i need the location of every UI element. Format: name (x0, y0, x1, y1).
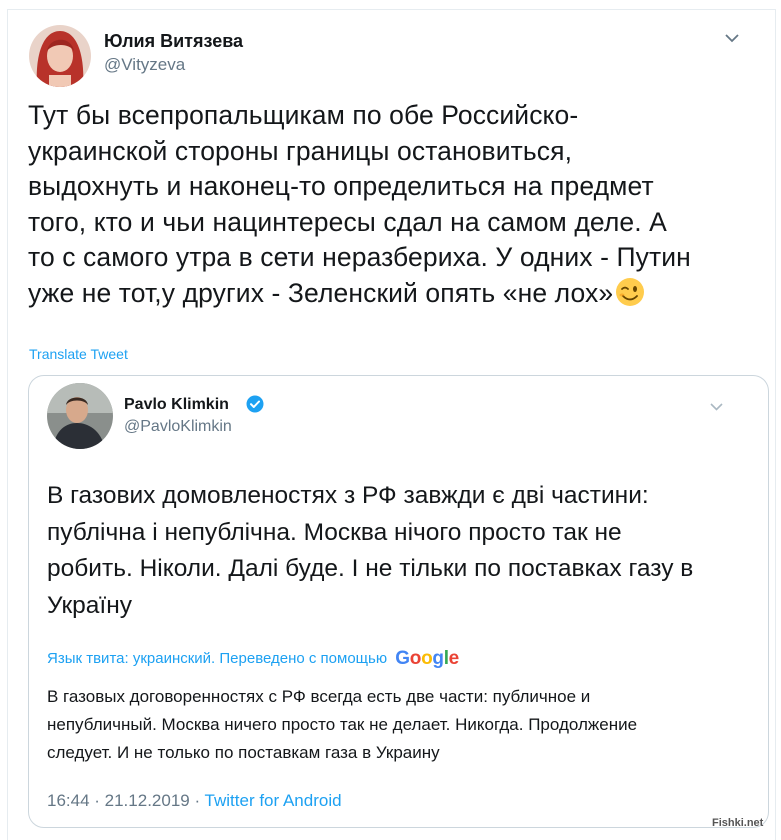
chevron-down-icon[interactable] (724, 30, 740, 46)
tweet-text-line: уже не тот,у других - Зеленский опять «н… (28, 277, 614, 308)
source-link[interactable]: Twitter for Android (205, 791, 342, 810)
verified-badge-icon (246, 395, 264, 413)
quoted-text-line: публічна і непублічна. Москва нічого про… (47, 518, 622, 546)
quoted-author-avatar[interactable] (47, 383, 113, 449)
author-handle[interactable]: @Vityzeva (104, 55, 185, 75)
winking-face-icon (615, 277, 645, 307)
google-logo-letter: G (395, 648, 410, 669)
google-logo-letter: e (448, 648, 460, 669)
translated-text: В газовых договоренностях с РФ всегда ес… (47, 683, 747, 767)
tweet-text: Тут бы всепропальщикам по обе Российско-… (28, 98, 748, 311)
author-avatar[interactable] (29, 25, 91, 87)
google-logo-letter: o (409, 648, 422, 669)
tweet-text-line: Тут бы всепропальщикам по обе Российско- (28, 100, 579, 130)
tweet-text-line: того, кто и чьи нацинтересы сдал на само… (28, 206, 667, 237)
quoted-tweet-text: В газових домовленостях з РФ завжди є дв… (47, 478, 747, 624)
quoted-text-line: Україну (47, 591, 133, 619)
translation-note-text: Язык твита: украинский. Переведено с пом… (47, 650, 388, 667)
author-name[interactable]: Юлия Витязева (104, 31, 243, 52)
translated-text-line: следует. И не только по поставкам газа в… (47, 743, 440, 762)
google-logo-letter: g (432, 648, 444, 669)
tweet-text-line: то с самого утра в сети неразбериха. У о… (28, 242, 691, 272)
tweet-text-line-last: уже не тот,у других - Зеленский опять «н… (28, 276, 748, 312)
timestamp[interactable]: 16:44 · 21.12.2019 · (47, 791, 205, 810)
chevron-down-icon[interactable] (709, 399, 724, 414)
tweet-meta: 16:44 · 21.12.2019 · Twitter for Android (47, 791, 342, 811)
google-logo-letter: o (421, 648, 433, 669)
tweet-text-line: выдохнуть и наконец-то определиться на п… (28, 171, 654, 201)
google-logo: Google (395, 648, 459, 670)
quoted-text-line: В газових домовленостях з РФ завжди є дв… (47, 482, 649, 509)
translated-text-line: В газовых договоренностях с РФ всегда ес… (47, 687, 591, 706)
translate-tweet-link[interactable]: Translate Tweet (29, 346, 128, 362)
quoted-text-line: робить. Ніколи. Далі буде. І не тільки п… (47, 555, 694, 582)
tweet-text-line: украинской стороны границы остановиться, (28, 135, 573, 166)
translated-text-line: непубличный. Москва ничего просто так не… (47, 715, 638, 734)
quoted-author-handle[interactable]: @PavloKlimkin (124, 418, 232, 436)
watermark: Fishki.net (712, 817, 764, 829)
quoted-author-name[interactable]: Pavlo Klimkin (124, 396, 229, 414)
translation-note[interactable]: Язык твита: украинский. Переведено с пом… (47, 648, 459, 670)
